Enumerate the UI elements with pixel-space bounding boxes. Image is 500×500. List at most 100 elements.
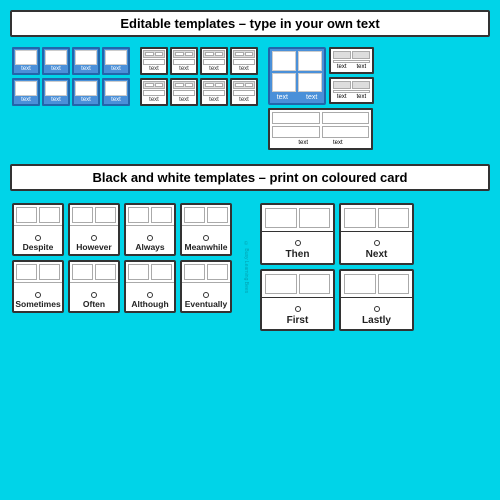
outline-card-label: text [143,97,165,103]
outline-card-top [203,50,225,58]
outline-card-sub [155,52,164,56]
outline-card-sub [175,83,184,87]
bw-wide-top-box [299,208,331,228]
bw-card-main: Always [126,226,174,254]
bw-card-word: Eventually [185,299,228,309]
outline-sm-label-2: text [337,94,347,100]
blue-card-inner [45,50,67,65]
blue-card-inner [15,81,37,96]
blue-card-label: text [105,97,127,103]
big-blue-bottom-row [272,73,322,93]
outline-card-sub [235,83,244,87]
blue-card: text [42,47,70,75]
bw-card-circle [91,235,97,241]
blue-card-label: text [15,66,37,72]
bw-wide-card-lastly: Lastly [339,269,414,331]
big-blue-cell [298,73,322,93]
bw-wide-word-next: Next [366,249,388,260]
bw-card-circle [35,235,41,241]
blue-card-group-left: text text text text tex [12,47,130,106]
bw-card-top [14,262,62,283]
outline-row-2: text text text [140,78,258,106]
outline-sm-cell-2 [352,81,370,89]
big-blue-label-text: text [306,94,317,101]
bw-card-circle [35,292,41,298]
bw-card-word: Often [83,299,105,309]
bw-card-top [14,205,62,226]
grid-labels: text text [272,140,369,146]
bw-card-top-box [207,207,228,223]
bw-wide-top-box [299,274,331,294]
bw-card-circle [203,292,209,298]
outline-card-sub [155,83,164,87]
outline-sm-label: text [357,64,367,70]
outline-card-label: text [233,97,255,103]
blue-card-label: text [45,66,67,72]
big-blue-cell [298,51,322,71]
header1-text: Editable templates – type in your own te… [120,16,379,31]
bw-wide-top [262,271,333,297]
bw-wide-card-next: Next [339,203,414,265]
bw-word-card-although: Although [124,260,176,313]
bw-card-main: Meanwhile [182,226,230,254]
outline-card-label: text [173,97,195,103]
blue-card: text [12,78,40,106]
outline-sm-label: text [337,64,347,70]
outline-sm-main [333,60,370,63]
bw-card-top [70,262,118,283]
big-blue-label-text: text [277,94,288,101]
bw-wide-word-lastly: Lastly [362,315,391,326]
outline-sm-label-2: text [357,94,367,100]
bw-card-top-box [16,264,37,280]
bw-card-top [126,262,174,283]
editable-templates-header: Editable templates – type in your own te… [10,10,490,37]
outline-card-sub [215,83,224,87]
outline-card-sub [185,52,194,56]
blue-card-inner [75,81,97,96]
outline-card: text [230,47,258,75]
bw-wide-top [262,205,333,231]
blue-row-1: text text text text [12,47,130,75]
bw-card-top-box [39,264,60,280]
bw-card-top-box [184,207,205,223]
outline-card-bottom [143,59,165,65]
bw-wide-bottom: Then [262,231,333,263]
editable-templates-area: text text text text tex [10,45,490,152]
outline-card: text [170,47,198,75]
blue-card-inner [15,50,37,65]
outline-card: text [170,78,198,106]
grid-label: text [333,140,343,146]
outline-card-label: text [203,66,225,72]
grid-cell [322,112,370,124]
header2-text: Black and white templates – print on col… [93,170,408,185]
outline-sm-labels-2: text text [333,94,370,100]
right-outline-grid-row2 [272,126,369,138]
right-card-group: text text text text [268,47,374,150]
outline-card-bottom [173,90,195,96]
outline-card-sub [235,52,244,56]
bw-card-word: However [76,242,111,252]
outline-sm-cell [333,51,351,59]
outline-card-top [173,81,195,89]
bw-card-top-box [128,207,149,223]
outline-card-top [173,50,195,58]
bw-card-top-box [39,207,60,223]
bw-card-circle [147,235,153,241]
outline-card-sub [245,52,254,56]
blue-card: text [102,47,130,75]
bw-card-top-box [72,207,93,223]
bw-wide-card-group: Then Next [260,203,414,331]
big-blue-cell [272,73,296,93]
bw-card-main: Although [126,283,174,311]
bw-card-top-box [151,264,172,280]
outline-card: text [140,78,168,106]
outline-card-top [143,50,165,58]
outline-sm-cell [352,51,370,59]
bw-wide-top-box [265,274,297,294]
right-outline-grid-row1 [272,112,369,124]
outline-card-sub [145,83,154,87]
bw-card-top-box [184,264,205,280]
bw-card-circle [295,240,301,246]
big-blue-card: text text [268,47,326,105]
bw-card-top [182,262,230,283]
